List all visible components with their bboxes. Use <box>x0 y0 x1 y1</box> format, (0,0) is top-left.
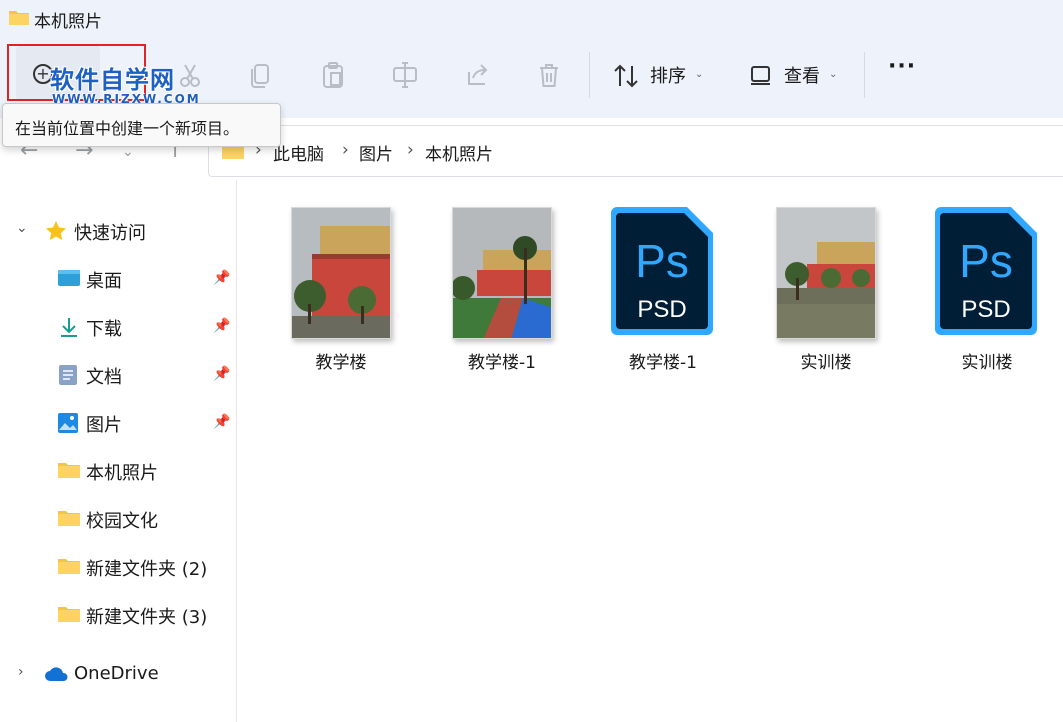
chevron-down-icon: ⌄ <box>695 69 704 80</box>
chevron-right-icon[interactable]: › <box>18 664 24 680</box>
file-name: 教学楼-1 <box>468 353 536 373</box>
sidebar-item-local-photos[interactable]: 本机照片 <box>0 450 236 490</box>
sort-button[interactable]: 排序 <box>650 62 686 88</box>
sidebar-item-pictures[interactable]: 图片 📌 <box>0 402 236 442</box>
breadcrumb-local-photos[interactable]: 本机照片 <box>425 140 493 165</box>
pin-icon[interactable]: 📌 <box>213 366 230 382</box>
download-icon <box>57 316 81 342</box>
onedrive-cloud-icon <box>44 666 70 686</box>
pin-icon[interactable]: 📌 <box>213 318 230 334</box>
sidebar-item-label: 快速访问 <box>74 223 146 244</box>
chevron-down-icon[interactable]: ⌄ <box>16 220 28 236</box>
photo-thumbnail <box>452 207 552 339</box>
window-title: 本机照片 <box>34 12 102 32</box>
file-name: 实训楼 <box>961 353 1013 373</box>
new-tooltip: 在当前位置中创建一个新项目。 <box>2 103 281 147</box>
document-icon <box>58 364 78 390</box>
file-name: 教学楼 <box>315 353 367 373</box>
folder-icon <box>57 604 81 628</box>
toolbar-divider <box>864 52 865 98</box>
file-item[interactable]: 教学楼-1 <box>432 205 572 375</box>
sidebar-item-desktop[interactable]: 桌面 📌 <box>0 258 236 298</box>
sidebar-item-label: 新建文件夹 (3) <box>86 607 208 628</box>
desktop-icon <box>57 268 81 292</box>
breadcrumb-chevron-icon: › <box>407 140 414 160</box>
tooltip-text: 在当前位置中创建一个新项目。 <box>15 119 240 138</box>
sidebar-item-documents[interactable]: 文档 📌 <box>0 354 236 394</box>
watermark-text: 软件自学网 <box>50 66 175 94</box>
cut-icon[interactable] <box>176 60 204 90</box>
address-bar[interactable]: › 此电脑 › 图片 › 本机照片 <box>208 125 1063 177</box>
file-name: 实训楼 <box>800 353 852 373</box>
title-bar: 本机照片 <box>0 0 1063 36</box>
sidebar-item-label: 桌面 <box>86 271 122 292</box>
folder-icon <box>57 508 81 532</box>
pictures-icon <box>57 412 79 438</box>
folder-icon <box>8 8 30 30</box>
delete-icon[interactable] <box>535 60 563 90</box>
psd-logo-text: Ps <box>959 235 1013 287</box>
sidebar-item-label: 校园文化 <box>86 511 158 532</box>
breadcrumb-pictures[interactable]: 图片 <box>359 140 393 165</box>
sidebar-item-new-folder-3[interactable]: 新建文件夹 (3) <box>0 594 236 634</box>
photoshop-file-icon: Ps PSD <box>931 205 1041 339</box>
toolbar-divider <box>589 52 590 98</box>
folder-icon <box>57 460 81 484</box>
sidebar-item-label: OneDrive <box>74 663 159 684</box>
navigation-pane: ⌄ 快速访问 桌面 📌 下载 📌 文档 📌 图片 📌 本机照片 校园文化 新建文… <box>0 180 237 722</box>
breadcrumb-chevron-icon: › <box>342 140 349 160</box>
photo-thumbnail <box>291 207 391 339</box>
sidebar-item-label: 下载 <box>86 319 122 340</box>
sidebar-item-new-folder-2[interactable]: 新建文件夹 (2) <box>0 546 236 586</box>
file-item[interactable]: Ps PSD 实训楼 <box>917 205 1057 375</box>
pin-icon[interactable]: 📌 <box>213 270 230 286</box>
file-name: 教学楼-1 <box>629 353 697 373</box>
sidebar-item-label: 文档 <box>86 367 122 388</box>
view-button[interactable]: 查看 <box>784 62 820 88</box>
folder-icon <box>57 556 81 580</box>
file-list: 教学楼 教学楼-1 Ps PSD 教学楼-1 实训楼 Ps PSD 实训楼 <box>238 180 1063 722</box>
file-item[interactable]: 教学楼 <box>271 205 411 375</box>
paste-icon[interactable] <box>319 60 347 90</box>
star-icon <box>45 220 67 246</box>
sidebar-item-label: 本机照片 <box>86 463 158 484</box>
file-item[interactable]: 实训楼 <box>756 205 896 375</box>
psd-logo-text: Ps <box>635 235 689 287</box>
sidebar-item-onedrive[interactable]: › OneDrive <box>0 654 236 694</box>
sidebar-item-label: 图片 <box>86 415 122 436</box>
sort-icon[interactable] <box>612 60 640 90</box>
psd-extension-text: PSD <box>637 296 686 323</box>
sidebar-item-campus-culture[interactable]: 校园文化 <box>0 498 236 538</box>
pin-icon[interactable]: 📌 <box>213 414 230 430</box>
photo-thumbnail <box>776 207 876 339</box>
photoshop-file-icon: Ps PSD <box>607 205 717 339</box>
more-options-button[interactable]: ··· <box>888 54 916 79</box>
sidebar-item-downloads[interactable]: 下载 📌 <box>0 306 236 346</box>
sidebar-item-quick-access[interactable]: ⌄ 快速访问 <box>0 210 236 250</box>
sidebar-item-label: 新建文件夹 (2) <box>86 559 208 580</box>
copy-icon[interactable] <box>247 60 275 90</box>
rename-icon[interactable] <box>391 60 419 90</box>
chevron-down-icon: ⌄ <box>829 69 838 80</box>
file-item[interactable]: Ps PSD 教学楼-1 <box>593 205 733 375</box>
view-icon[interactable] <box>748 60 776 90</box>
psd-extension-text: PSD <box>961 296 1010 323</box>
share-icon[interactable] <box>463 60 491 90</box>
